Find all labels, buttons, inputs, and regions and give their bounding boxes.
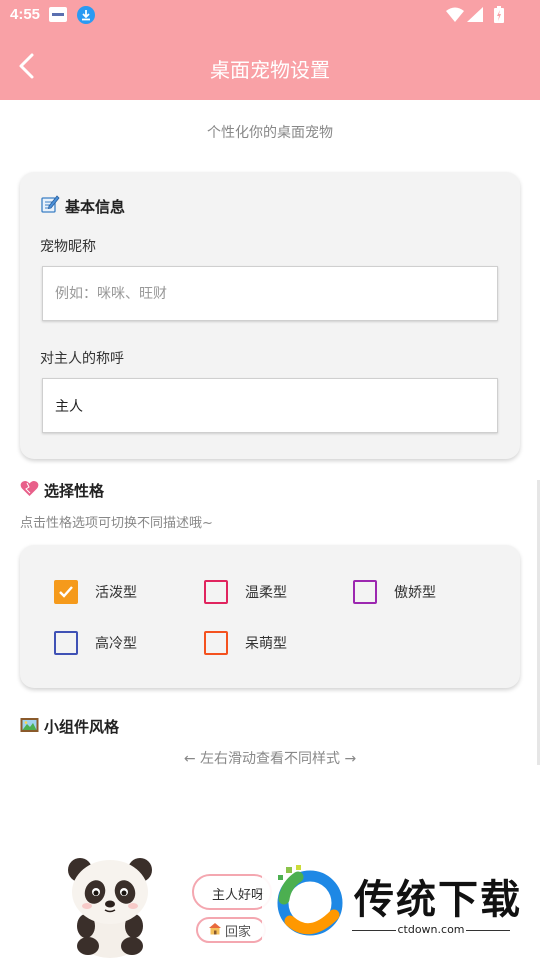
cute-checkbox[interactable] bbox=[204, 631, 228, 655]
trait-label: 傲娇型 bbox=[394, 585, 436, 601]
watermark-domain: ctdown.com bbox=[352, 923, 510, 936]
home-button[interactable]: 回家 bbox=[196, 917, 266, 943]
page-subtitle: 个性化你的桌面宠物 bbox=[207, 125, 333, 141]
speech-bubble: 主人好呀 bbox=[192, 874, 272, 910]
lively-checkbox[interactable] bbox=[54, 580, 78, 604]
widget-style-heading: 小组件风格 bbox=[20, 716, 119, 737]
memo-icon bbox=[40, 194, 60, 218]
basic-info-card: 基本信息 宠物昵称 对主人的称呼 bbox=[20, 172, 520, 459]
trait-label: 活泼型 bbox=[95, 585, 137, 601]
watermark-brand: 传统下载 bbox=[354, 877, 522, 923]
gentle-checkbox[interactable] bbox=[204, 580, 228, 604]
trait-label: 温柔型 bbox=[245, 585, 287, 601]
home-button-label: 回家 bbox=[225, 924, 252, 940]
status-time: 4:55 bbox=[10, 6, 41, 23]
basic-info-heading-text: 基本信息 bbox=[65, 197, 126, 216]
signal-icon bbox=[467, 7, 483, 22]
wifi-icon bbox=[446, 7, 464, 22]
trait-option-cool[interactable]: 高冷型 bbox=[54, 630, 137, 656]
personality-options-card: 活泼型 温柔型 傲娇型 高冷型 呆萌型 bbox=[20, 545, 520, 688]
panda-pet-image[interactable] bbox=[62, 852, 158, 960]
trait-option-tsundere[interactable]: 傲娇型 bbox=[353, 579, 436, 605]
tsundere-checkbox[interactable] bbox=[353, 580, 377, 604]
picture-frame-icon bbox=[20, 717, 39, 737]
checkmark-icon bbox=[59, 586, 73, 598]
swipe-hint: ← 左右滑动查看不同样式 → bbox=[183, 751, 357, 767]
owner-title-input[interactable] bbox=[43, 379, 497, 432]
trait-label: 高冷型 bbox=[95, 636, 137, 652]
personality-heading-text: 选择性格 bbox=[44, 482, 105, 500]
owner-title-label: 对主人的称呼 bbox=[40, 351, 124, 367]
trait-label: 呆萌型 bbox=[245, 636, 287, 652]
nickname-field-box bbox=[42, 266, 498, 321]
personality-hint: 点击性格选项可切换不同描述哦~ bbox=[20, 516, 213, 531]
basic-info-heading: 基本信息 bbox=[40, 194, 125, 218]
watermark: 传统下载 ctdown.com bbox=[262, 855, 540, 960]
ctdown-logo-icon bbox=[277, 865, 344, 936]
download-notification-icon bbox=[77, 6, 95, 24]
widget-style-heading-text: 小组件风格 bbox=[44, 718, 120, 736]
owner-title-field-box bbox=[42, 378, 498, 433]
status-bar: 4:55 bbox=[0, 0, 540, 32]
nickname-label: 宠物昵称 bbox=[40, 239, 96, 255]
trait-option-cute[interactable]: 呆萌型 bbox=[204, 630, 287, 656]
heart-icon bbox=[20, 480, 39, 501]
app-bar: 桌面宠物设置 bbox=[0, 32, 540, 100]
trait-option-gentle[interactable]: 温柔型 bbox=[204, 579, 287, 605]
sim-card-icon bbox=[49, 7, 67, 22]
page-title: 桌面宠物设置 bbox=[210, 58, 330, 82]
personality-heading: 选择性格 bbox=[20, 480, 104, 501]
trait-option-lively[interactable]: 活泼型 bbox=[54, 579, 137, 605]
cool-checkbox[interactable] bbox=[54, 631, 78, 655]
battery-icon bbox=[494, 6, 504, 23]
house-icon bbox=[208, 922, 222, 939]
nickname-input[interactable] bbox=[43, 267, 497, 320]
